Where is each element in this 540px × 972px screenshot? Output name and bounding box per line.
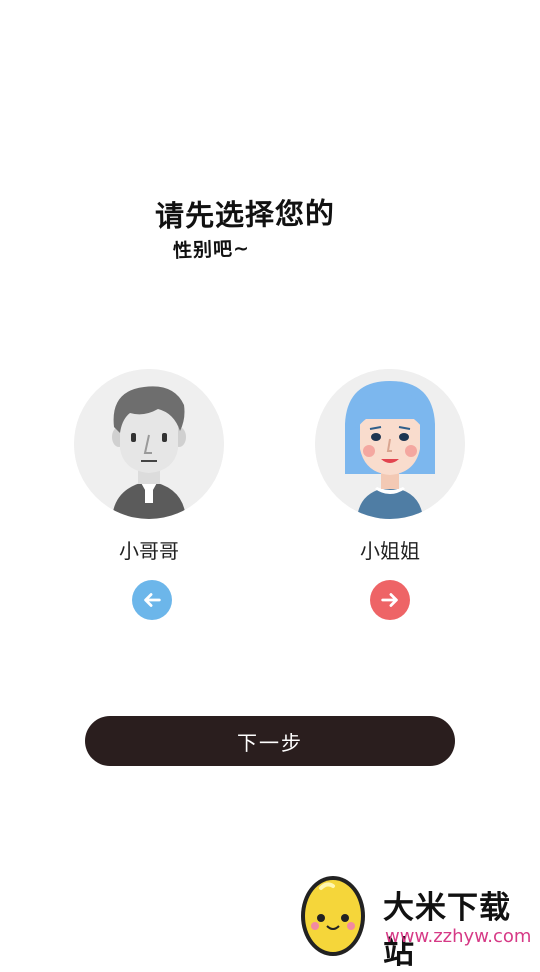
select-male-button[interactable] (132, 580, 172, 620)
male-avatar[interactable] (74, 369, 224, 519)
gender-prompt: 请先选择您的 性别吧~ (154, 195, 415, 262)
girl-avatar-icon (315, 369, 465, 519)
arrow-right-icon (381, 593, 398, 607)
watermark: 大米下载站 www.zzhyw.com (297, 866, 540, 971)
rice-mascot-icon (301, 876, 365, 956)
select-female-button[interactable] (370, 580, 410, 620)
next-step-button[interactable]: 下一步 (85, 716, 455, 766)
prompt-line-1: 请先选择您的 (154, 196, 336, 234)
watermark-url: www.zzhyw.com (385, 926, 532, 947)
arrow-left-icon (144, 593, 161, 607)
boy-avatar-icon (74, 369, 224, 519)
female-label[interactable]: 小姐姐 (315, 535, 465, 564)
female-avatar[interactable] (315, 369, 465, 519)
male-label[interactable]: 小哥哥 (74, 535, 224, 564)
